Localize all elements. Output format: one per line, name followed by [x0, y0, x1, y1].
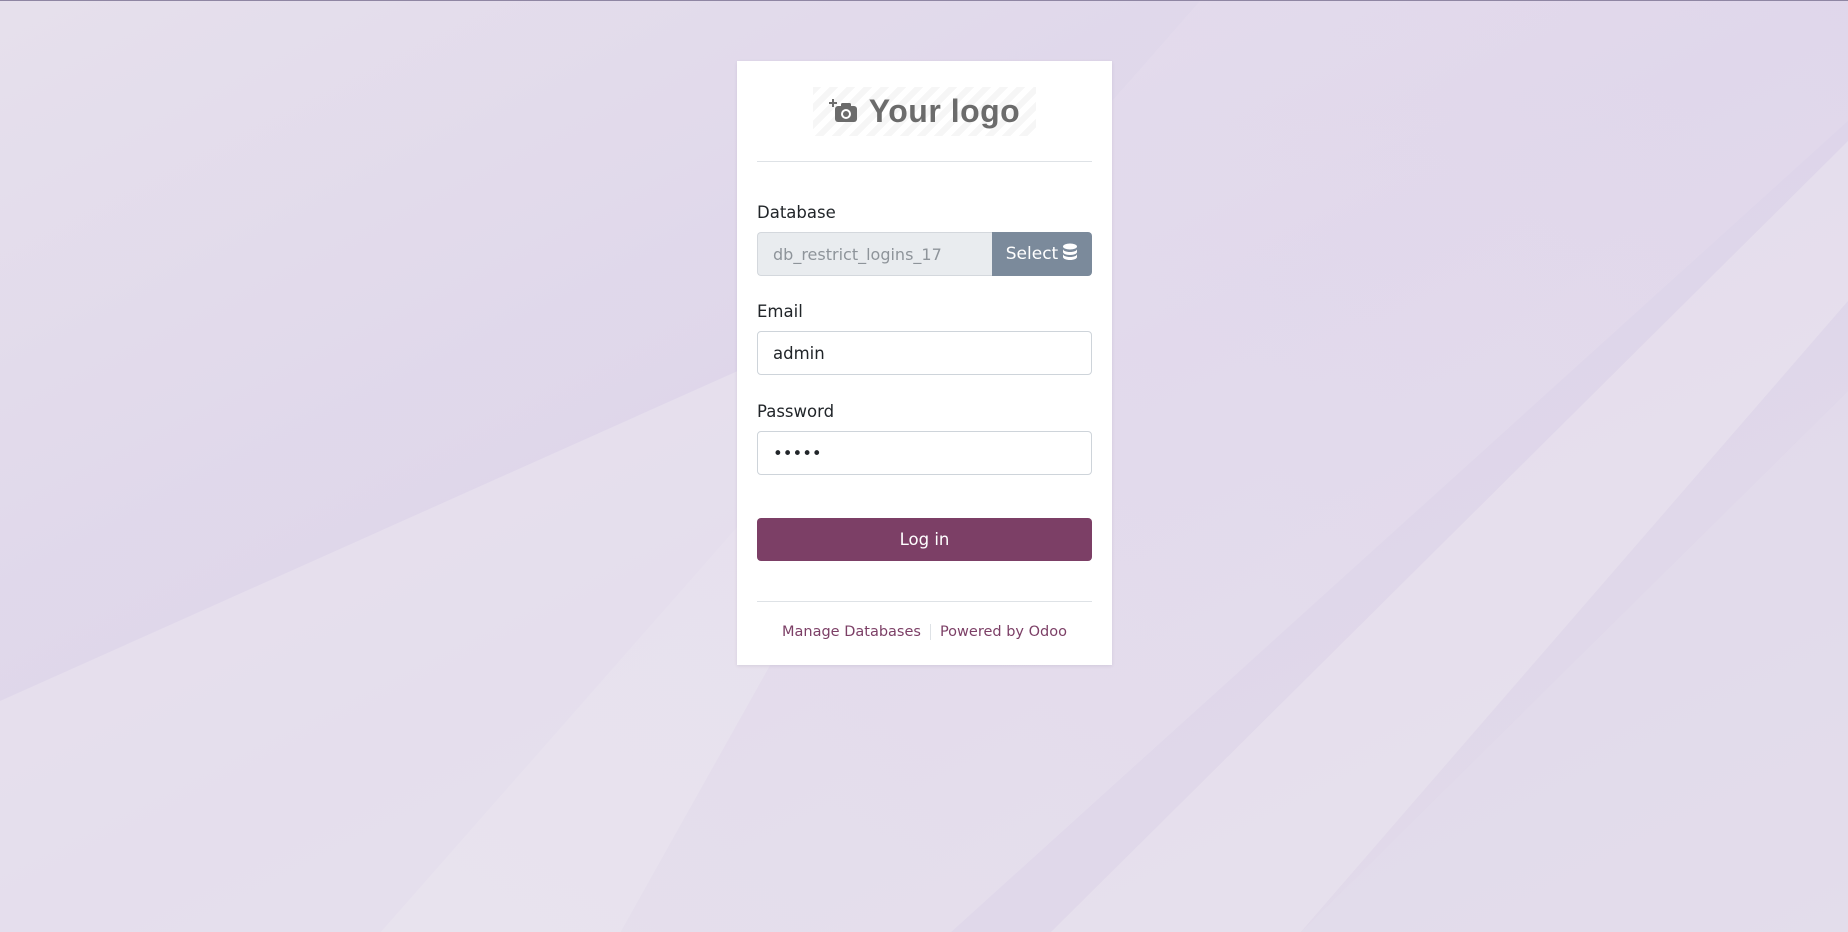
powered-by-text: Powered by Odoo [940, 624, 1067, 640]
manage-databases-link[interactable]: Manage Databases [782, 624, 921, 640]
select-button-label: Select [1005, 244, 1059, 264]
odoo-link[interactable]: Odoo [1029, 624, 1067, 640]
email-group: Email admin [757, 302, 1092, 375]
email-label: Email [757, 302, 803, 321]
login-button[interactable]: Log in [757, 518, 1092, 561]
powered-by-label: Powered by [939, 624, 1029, 640]
logo-area: Your logo [757, 61, 1092, 162]
database-icon [1062, 243, 1078, 266]
logo-text: Your logo [868, 92, 1021, 129]
camera-plus-icon [828, 96, 859, 126]
login-card: Your logo Database db_restrict_logins_17… [737, 61, 1112, 665]
footer-links: Manage Databases Powered by Odoo [757, 601, 1092, 640]
password-group: Password ••••• [757, 402, 1092, 475]
password-label: Password [757, 402, 835, 421]
footer-separator [929, 624, 931, 640]
password-field[interactable]: ••••• [757, 431, 1092, 475]
database-field[interactable]: db_restrict_logins_17 [757, 232, 992, 276]
select-database-button[interactable]: Select [992, 232, 1092, 276]
database-group: Database db_restrict_logins_17 Select [757, 203, 1092, 276]
email-field[interactable]: admin [757, 331, 1092, 375]
company-logo[interactable]: Your logo [812, 86, 1037, 136]
database-input-row: db_restrict_logins_17 Select [757, 232, 1092, 276]
database-label: Database [757, 203, 836, 222]
